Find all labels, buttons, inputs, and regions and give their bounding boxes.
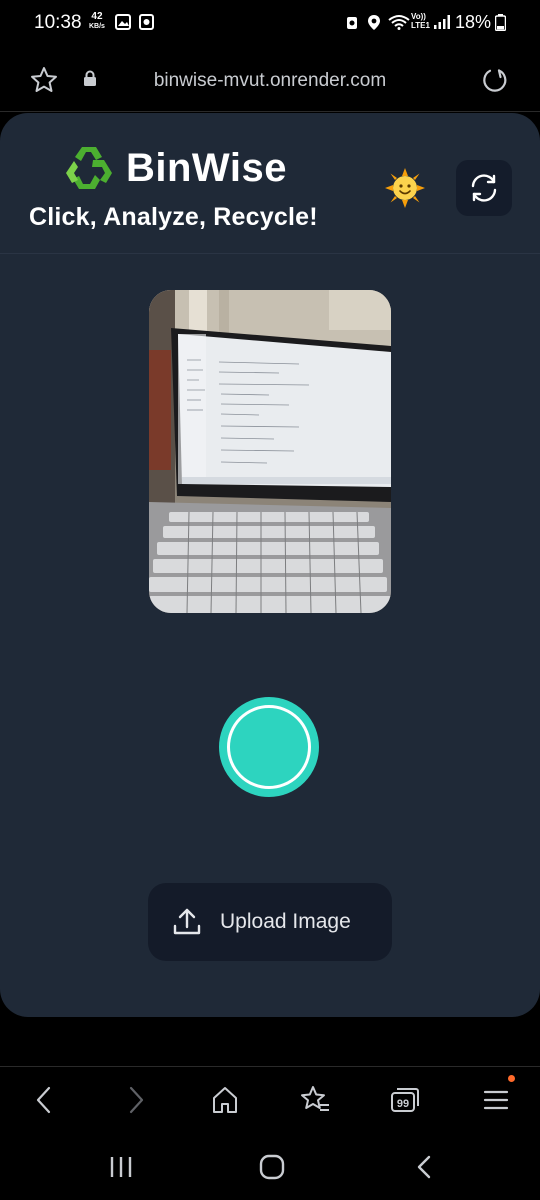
browser-url-bar: binwise-mvut.onrender.com bbox=[0, 46, 540, 112]
camera-preview-image bbox=[149, 290, 391, 613]
app-header: BinWise bbox=[62, 143, 287, 193]
home-nav-icon[interactable] bbox=[258, 1154, 286, 1180]
media-notification-icon bbox=[139, 14, 154, 30]
app-title: BinWise bbox=[126, 145, 287, 190]
home-icon[interactable] bbox=[211, 1085, 239, 1115]
network-label: Vo)) LTE1 bbox=[411, 12, 430, 30]
gallery-notification-icon bbox=[115, 14, 131, 30]
upload-icon bbox=[173, 908, 201, 935]
forward-icon[interactable] bbox=[124, 1085, 148, 1115]
recycle-icon bbox=[66, 147, 112, 189]
alarm-icon bbox=[347, 17, 357, 29]
wifi-icon bbox=[388, 15, 410, 30]
battery-icon bbox=[495, 14, 506, 31]
network-speed-unit: KB/s bbox=[89, 23, 105, 30]
svg-text:99: 99 bbox=[397, 1098, 409, 1110]
menu-notification-dot bbox=[508, 1075, 515, 1082]
url-divider bbox=[0, 111, 540, 112]
camera-preview bbox=[149, 290, 391, 613]
recent-apps-icon[interactable] bbox=[108, 1154, 134, 1180]
switch-camera-button[interactable] bbox=[456, 160, 512, 216]
tabs-icon[interactable]: 99 bbox=[390, 1085, 420, 1115]
upload-image-label: Upload Image bbox=[220, 910, 351, 933]
reload-icon[interactable] bbox=[481, 66, 509, 94]
location-icon bbox=[368, 15, 380, 30]
header-divider bbox=[0, 253, 540, 254]
network-speed: 42 KB/s bbox=[89, 12, 105, 32]
capture-button[interactable] bbox=[219, 697, 319, 797]
system-nav-bar bbox=[0, 1134, 540, 1200]
battery-percent: 18% bbox=[455, 12, 492, 32]
switch-camera-icon bbox=[471, 174, 497, 202]
bookmarks-icon[interactable] bbox=[300, 1085, 330, 1115]
signal-icon bbox=[434, 15, 450, 29]
back-icon[interactable] bbox=[32, 1085, 56, 1115]
sun-face-icon[interactable] bbox=[384, 167, 426, 209]
network-speed-value: 42 bbox=[91, 11, 103, 22]
app-container: BinWise Click, Analyze, Recycle! Upload … bbox=[0, 113, 540, 1017]
capture-button-ring bbox=[227, 705, 311, 789]
menu-icon[interactable] bbox=[483, 1085, 509, 1115]
browser-toolbar: 99 bbox=[0, 1066, 540, 1135]
app-tagline: Click, Analyze, Recycle! bbox=[29, 203, 318, 231]
status-bar: 10:38 42 KB/s Vo)) LTE1 18% bbox=[0, 0, 540, 46]
url-text[interactable]: binwise-mvut.onrender.com bbox=[0, 70, 540, 92]
upload-image-button[interactable]: Upload Image bbox=[148, 883, 392, 961]
status-time: 10:38 bbox=[34, 12, 82, 33]
back-nav-icon[interactable] bbox=[412, 1154, 436, 1180]
